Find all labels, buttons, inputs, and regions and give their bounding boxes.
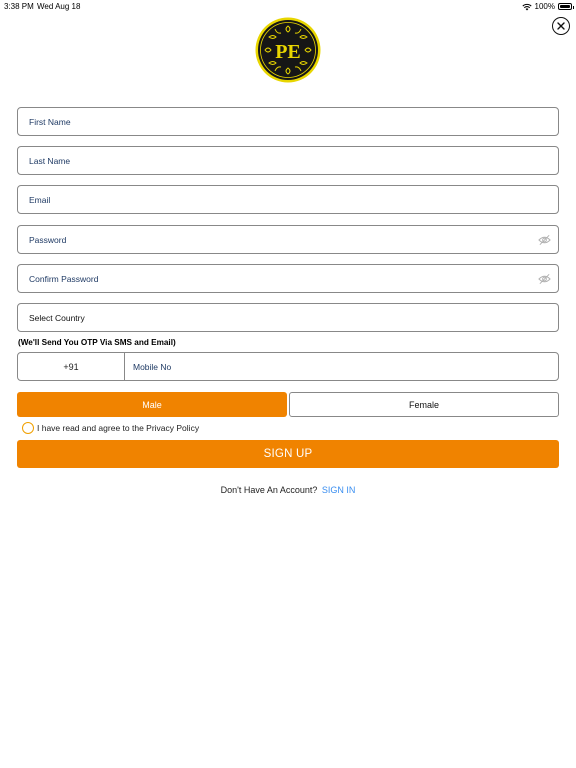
country-code: +91 xyxy=(63,361,79,372)
wifi-icon xyxy=(521,3,532,10)
gender-female-label: Female xyxy=(408,399,439,410)
gender-female-button[interactable]: Female xyxy=(289,392,559,417)
country-code-picker[interactable]: +91 xyxy=(18,353,125,380)
first-name-field[interactable]: First Name xyxy=(17,107,559,136)
eye-icon[interactable] xyxy=(538,273,551,285)
battery-icon xyxy=(558,3,574,10)
signin-line: Don't Have An Account? SIGN IN xyxy=(0,485,576,495)
battery-percent: 100% xyxy=(534,2,555,11)
privacy-label: I have read and agree to the Privacy Pol… xyxy=(37,423,200,433)
country-select-value: Select Country xyxy=(29,312,85,323)
otp-note: (We'll Send You OTP Via SMS and Email) xyxy=(18,338,176,347)
confirm-password-field[interactable]: Confirm Password xyxy=(17,264,559,293)
phone-row: +91 Mobile No xyxy=(17,352,559,381)
close-icon xyxy=(557,22,565,30)
email-field[interactable]: Email xyxy=(17,185,559,214)
gender-male-button[interactable]: Male xyxy=(17,392,287,417)
signin-link[interactable]: SIGN IN xyxy=(322,485,356,495)
close-button[interactable] xyxy=(552,17,570,35)
logo-letters: PE xyxy=(275,41,301,63)
status-time: 3:38 PM xyxy=(4,2,34,11)
password-placeholder: Password xyxy=(29,234,67,245)
signup-button[interactable]: SIGN UP xyxy=(17,440,559,468)
signin-question: Don't Have An Account? xyxy=(220,485,318,495)
status-date: Wed Aug 18 xyxy=(37,2,81,11)
logo-emblem: PE xyxy=(255,17,321,83)
last-name-field[interactable]: Last Name xyxy=(17,146,559,175)
mobile-placeholder: Mobile No xyxy=(133,361,172,372)
password-field[interactable]: Password xyxy=(17,225,559,254)
status-right: 100% xyxy=(521,2,574,11)
gender-male-label: Male xyxy=(142,399,162,410)
last-name-placeholder: Last Name xyxy=(29,155,71,166)
email-placeholder: Email xyxy=(29,194,51,205)
country-select[interactable]: Select Country xyxy=(17,303,559,332)
privacy-row: I have read and agree to the Privacy Pol… xyxy=(22,422,199,434)
confirm-password-placeholder: Confirm Password xyxy=(29,273,99,284)
mobile-input[interactable]: Mobile No xyxy=(125,353,558,380)
status-bar: 3:38 PM Wed Aug 18 100% xyxy=(0,0,576,14)
eye-icon[interactable] xyxy=(538,234,551,246)
first-name-placeholder: First Name xyxy=(29,116,71,127)
signup-label: SIGN UP xyxy=(263,448,313,460)
privacy-checkbox[interactable] xyxy=(22,422,34,434)
